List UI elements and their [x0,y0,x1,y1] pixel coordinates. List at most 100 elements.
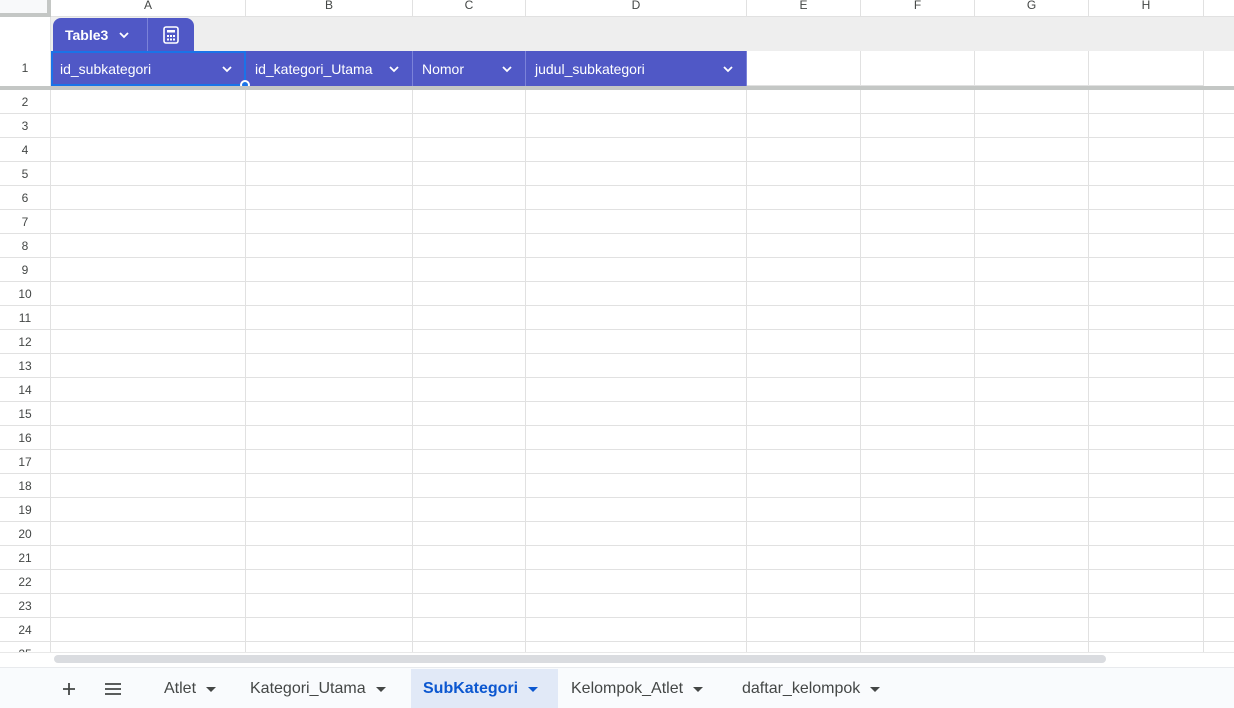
select-all-corner[interactable] [0,0,51,17]
chevron-down-icon[interactable] [501,63,513,75]
grid-row[interactable]: 8 [0,234,1234,258]
cell[interactable] [1089,51,1204,86]
chevron-down-icon[interactable] [118,29,130,41]
row-number[interactable]: 16 [0,426,51,450]
row-number[interactable]: 13 [0,354,51,378]
row-number[interactable]: 18 [0,474,51,498]
cell[interactable] [861,51,975,86]
column-header-f[interactable]: F [861,0,975,17]
column-header-d[interactable]: D [526,0,747,17]
grid-row[interactable]: 14 [0,378,1234,402]
grid-row[interactable]: 6 [0,186,1234,210]
column-gridline [974,90,975,652]
sheet-tab[interactable]: daftar_kelompok [730,669,910,708]
table-strip [51,17,1234,51]
row-number[interactable]: 4 [0,138,51,162]
menu-icon [105,683,121,695]
grid-row[interactable]: 18 [0,474,1234,498]
column-gridline [245,90,246,652]
cell[interactable] [975,51,1089,86]
row-number[interactable]: 10 [0,282,51,306]
row-number-1[interactable]: 1 [0,51,51,86]
row-number[interactable]: 25 [0,642,51,652]
grid-row[interactable]: 17 [0,450,1234,474]
column-header-a[interactable]: A [51,0,246,17]
row-number[interactable]: 22 [0,570,51,594]
caret-down-icon[interactable] [375,686,386,692]
grid-row[interactable]: 24 [0,618,1234,642]
column-header-h[interactable]: H [1089,0,1204,17]
grid-row[interactable]: 15 [0,402,1234,426]
row-number[interactable]: 14 [0,378,51,402]
column-gridline [860,90,861,652]
caret-down-icon[interactable] [206,686,217,692]
row-number[interactable]: 24 [0,618,51,642]
row-number[interactable]: 3 [0,114,51,138]
sheet-tab[interactable]: Atlet [152,669,238,708]
grid-row[interactable]: 21 [0,546,1234,570]
cell[interactable] [747,51,861,86]
grid-row[interactable]: 2 [0,90,1234,114]
table-name-chip[interactable]: Table3 [53,18,194,51]
grid-row[interactable]: 4 [0,138,1234,162]
caret-down-icon[interactable] [870,686,881,692]
table-header-cell[interactable]: Nomor [413,51,526,86]
row-number[interactable]: 8 [0,234,51,258]
chevron-down-icon[interactable] [722,63,734,75]
row-number[interactable]: 9 [0,258,51,282]
grid-row[interactable]: 10 [0,282,1234,306]
grid-row[interactable]: 23 [0,594,1234,618]
all-sheets-button[interactable] [99,675,127,703]
table-header-cell[interactable]: id_kategori_Utama [246,51,413,86]
calculator-icon[interactable] [161,25,181,45]
chevron-down-icon[interactable] [388,63,400,75]
row-number[interactable]: 6 [0,186,51,210]
grid-row[interactable]: 9 [0,258,1234,282]
row-number[interactable]: 21 [0,546,51,570]
header-label: judul_subkategori [535,60,645,77]
sheet-tab-active[interactable]: SubKategori [411,669,558,708]
grid-row[interactable]: 7 [0,210,1234,234]
grid-row[interactable]: 12 [0,330,1234,354]
chevron-down-icon[interactable] [221,63,233,75]
grid-row[interactable]: 11 [0,306,1234,330]
spreadsheet-app: A B C D E F G H Table3 1 id_subkategori … [0,0,1234,708]
grid-row[interactable]: 13 [0,354,1234,378]
caret-down-icon[interactable] [528,686,539,692]
column-header-b[interactable]: B [246,0,413,17]
row-number[interactable]: 5 [0,162,51,186]
column-header-e[interactable]: E [747,0,861,17]
column-header-g[interactable]: G [975,0,1089,17]
table-header-cell[interactable]: id_subkategori [51,51,246,86]
row-number[interactable]: 17 [0,450,51,474]
grid-row[interactable]: 16 [0,426,1234,450]
column-gridline [746,90,747,652]
sheet-tab[interactable]: Kategori_Utama [238,669,410,708]
plus-icon [63,683,75,695]
grid-row[interactable]: 19 [0,498,1234,522]
row-number-gap [0,17,51,51]
sheet-tab-label: Atlet [164,680,197,697]
row-number[interactable]: 15 [0,402,51,426]
grid-row[interactable]: 20 [0,522,1234,546]
row-number[interactable]: 20 [0,522,51,546]
grid-row[interactable]: 25 [0,642,1234,652]
sheet-tab[interactable]: Kelompok_Atlet [559,669,731,708]
row-number[interactable]: 19 [0,498,51,522]
column-header-c[interactable]: C [413,0,526,17]
cell-grid[interactable]: 2524232221201918171615141312111098765432 [0,90,1234,652]
table-header-cell[interactable]: judul_subkategori [526,51,747,86]
row-number[interactable]: 11 [0,306,51,330]
add-sheet-button[interactable] [55,675,83,703]
row-number[interactable]: 12 [0,330,51,354]
row-number[interactable]: 7 [0,210,51,234]
column-gridline [525,90,526,652]
grid-row[interactable]: 5 [0,162,1234,186]
row-number[interactable]: 2 [0,90,51,114]
grid-row[interactable]: 3 [0,114,1234,138]
row-number[interactable]: 23 [0,594,51,618]
scrollbar-thumb[interactable] [54,655,1106,663]
grid-row[interactable]: 22 [0,570,1234,594]
column-gridline [1203,90,1204,652]
caret-down-icon[interactable] [693,686,704,692]
